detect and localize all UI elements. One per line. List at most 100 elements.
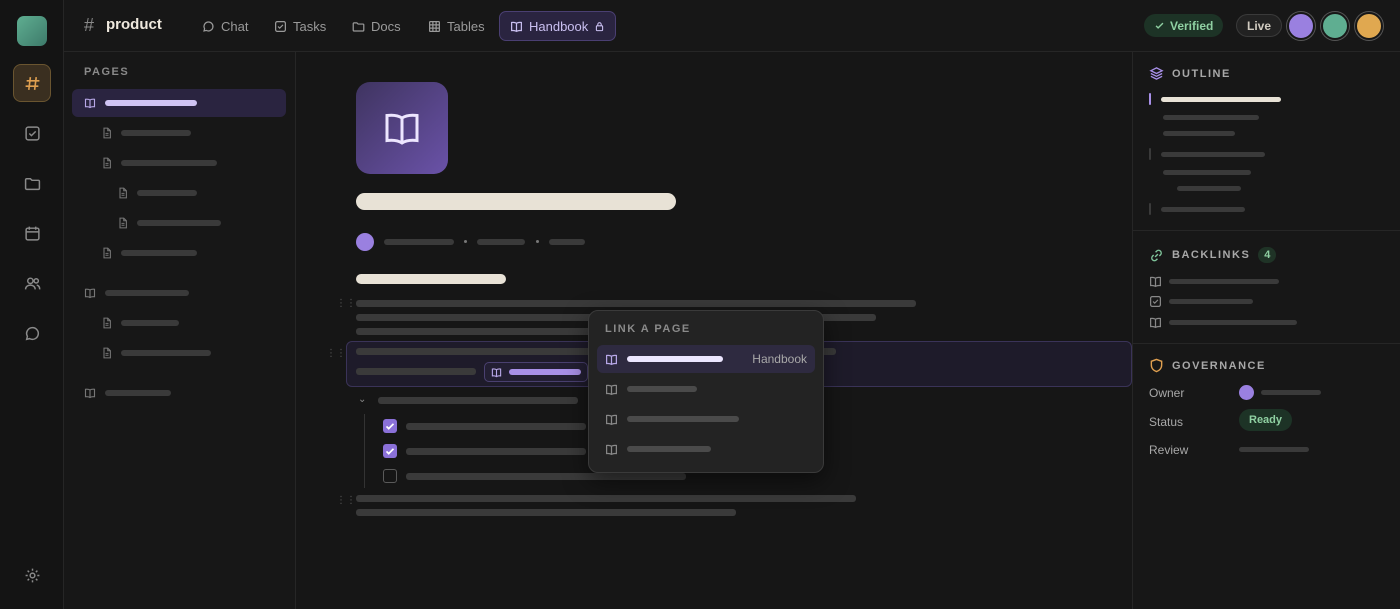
owner-avatar[interactable]	[1239, 385, 1254, 400]
shield-icon	[1150, 358, 1163, 373]
app-rail	[0, 0, 64, 609]
popup-title: LINK A PAGE	[605, 323, 691, 335]
outline-item[interactable]	[1177, 186, 1241, 191]
gear-icon	[25, 568, 39, 582]
book-icon	[1150, 317, 1161, 329]
tab-label: Docs	[371, 18, 401, 34]
backlink-item[interactable]	[1169, 299, 1253, 304]
status-value: Ready	[1249, 414, 1283, 426]
avatar[interactable]	[1355, 12, 1383, 40]
page-title-placeholder	[627, 356, 723, 362]
page-title-placeholder	[121, 350, 211, 356]
task-checkbox[interactable]	[383, 469, 397, 483]
popup-item[interactable]	[597, 435, 815, 463]
page-item[interactable]	[72, 179, 286, 207]
meta-placeholder	[384, 239, 454, 245]
page-item-active[interactable]	[72, 89, 286, 117]
calendar-icon	[24, 226, 40, 241]
book-icon	[606, 444, 617, 456]
page-title-placeholder	[121, 160, 217, 166]
tab-tasks[interactable]: Tasks	[264, 11, 336, 41]
drag-handle-icon[interactable]: ⋮⋮	[336, 495, 356, 506]
check-icon	[385, 448, 395, 455]
messages-button[interactable]	[14, 315, 50, 351]
backlink-item[interactable]	[1169, 279, 1279, 284]
popup-item[interactable]	[597, 375, 815, 403]
document-icon	[103, 347, 111, 359]
document-icon	[103, 317, 111, 329]
meta-separator	[536, 240, 539, 243]
status-label: Status	[1149, 415, 1184, 429]
page-cover-icon[interactable]	[356, 82, 448, 174]
docs-button[interactable]	[14, 165, 50, 201]
settings-button[interactable]	[14, 557, 50, 593]
page-title-placeholder	[627, 416, 739, 422]
checkbox-icon	[1150, 296, 1161, 307]
status-badge[interactable]: Ready	[1239, 409, 1293, 431]
outline-item[interactable]	[1161, 97, 1281, 102]
tab-handbook[interactable]: Handbook	[499, 11, 617, 41]
tasks-button[interactable]	[14, 115, 50, 151]
workspace-logo[interactable]	[17, 16, 47, 46]
link-page-popup: LINK A PAGE Handbook	[588, 310, 824, 473]
tab-tables[interactable]: Tables	[418, 11, 495, 41]
chat-bubble-icon	[203, 20, 214, 32]
owner-name-placeholder	[1261, 390, 1321, 395]
document-icon	[103, 127, 111, 139]
outline-item[interactable]	[1163, 170, 1251, 175]
book-icon	[606, 384, 617, 396]
outline-marker	[1149, 148, 1151, 160]
page-item[interactable]	[72, 209, 286, 237]
calendar-button[interactable]	[14, 215, 50, 251]
outline-item[interactable]	[1161, 152, 1265, 157]
backlink-item[interactable]	[1169, 320, 1297, 325]
meta-placeholder	[549, 239, 585, 245]
task-checkbox[interactable]	[383, 419, 397, 433]
outline-item[interactable]	[1163, 115, 1259, 120]
live-badge[interactable]: Live	[1236, 14, 1283, 37]
avatar[interactable]	[1321, 12, 1349, 40]
document-icon	[119, 217, 127, 229]
page-item[interactable]	[72, 239, 286, 267]
layers-icon	[1149, 67, 1164, 80]
popup-item[interactable]	[597, 405, 815, 433]
task-checkbox[interactable]	[383, 444, 397, 458]
tab-label: Chat	[221, 18, 249, 34]
outline-item[interactable]	[1163, 131, 1235, 136]
meta-placeholder	[477, 239, 525, 245]
book-icon	[1150, 276, 1161, 288]
channels-button[interactable]	[13, 64, 51, 102]
outline-marker	[1149, 203, 1151, 215]
document-icon	[103, 247, 111, 259]
governance-label: GOVERNANCE	[1172, 359, 1266, 372]
drag-handle-icon[interactable]: ⋮⋮	[336, 298, 356, 309]
tab-docs[interactable]: Docs	[342, 11, 411, 41]
people-button[interactable]	[14, 265, 50, 301]
text-line-placeholder	[356, 328, 596, 335]
popup-item-active[interactable]: Handbook	[597, 345, 815, 373]
page-item[interactable]	[72, 119, 286, 147]
book-icon	[84, 388, 96, 399]
heading-placeholder	[356, 274, 506, 284]
page-item[interactable]	[72, 149, 286, 177]
page-item[interactable]	[72, 339, 286, 367]
page-item[interactable]	[72, 279, 286, 307]
book-icon	[84, 98, 96, 109]
tab-label: Tables	[447, 18, 485, 34]
tab-label: Handbook	[529, 18, 589, 34]
author-avatar	[356, 233, 374, 251]
tab-chat[interactable]: Chat	[192, 11, 258, 41]
inline-page-link[interactable]	[484, 362, 588, 382]
avatar[interactable]	[1287, 12, 1315, 40]
checkbox-icon	[275, 20, 286, 32]
page-title-placeholder[interactable]	[356, 193, 676, 210]
chevron-down-icon[interactable]: ⌄	[358, 394, 366, 405]
page-item[interactable]	[72, 309, 286, 337]
page-item[interactable]	[72, 379, 286, 407]
outline-active-marker	[1149, 93, 1151, 105]
tab-label: Tasks	[293, 18, 327, 34]
pages-sidebar: PAGES	[64, 52, 296, 609]
drag-handle-icon[interactable]: ⋮⋮	[326, 348, 346, 359]
outline-item[interactable]	[1161, 207, 1245, 212]
verified-badge: Verified	[1144, 14, 1224, 37]
